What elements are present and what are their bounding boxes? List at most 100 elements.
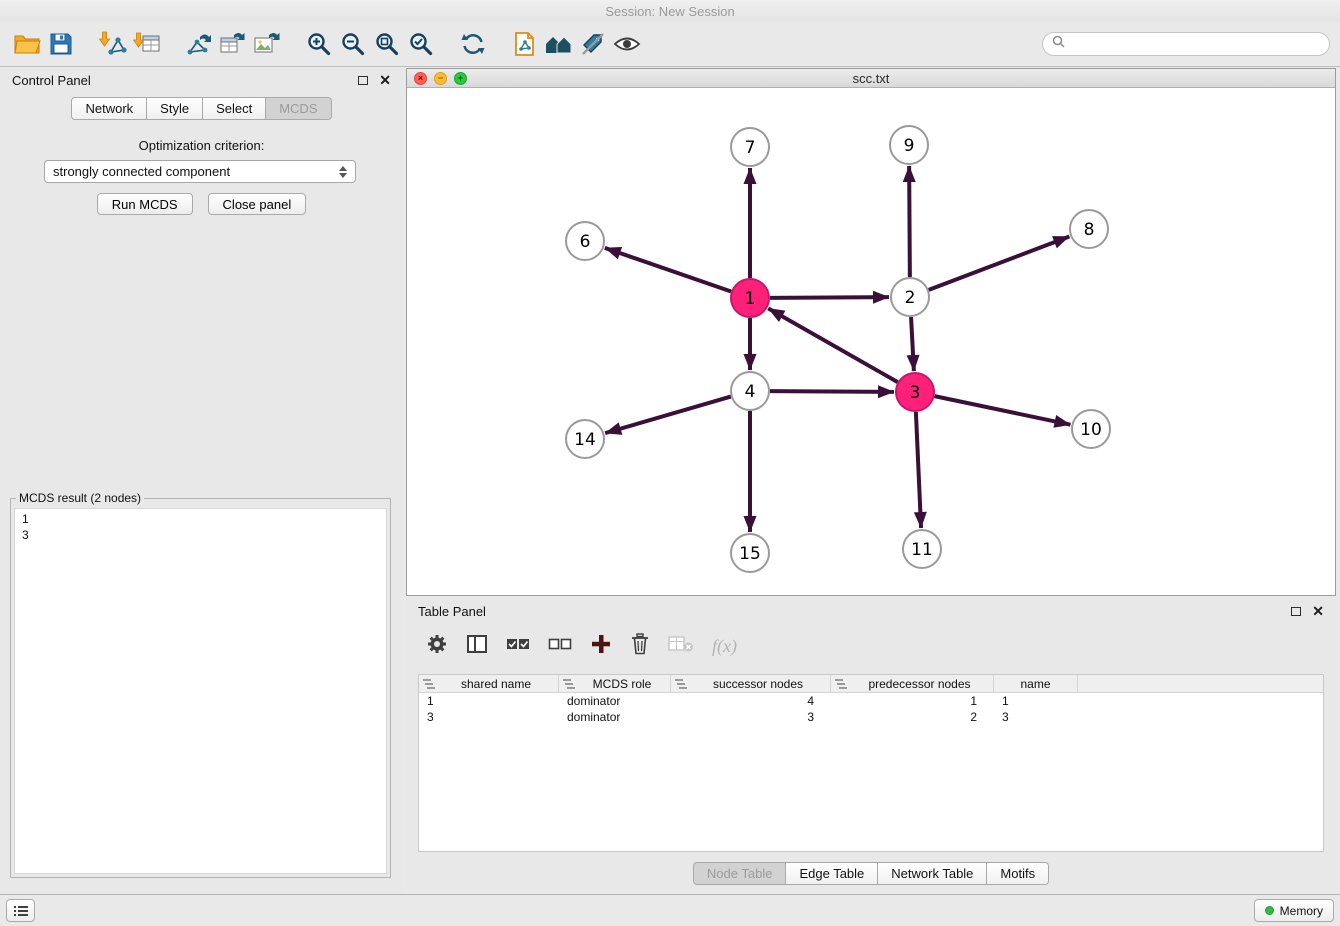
graph-node-label-9: 9: [904, 136, 915, 156]
network-window: × − + scc.txt 7968124314101511: [406, 68, 1336, 596]
graph-edge-3-10[interactable]: [935, 396, 1071, 425]
delete-table-icon: [668, 634, 694, 659]
close-table-panel-icon[interactable]: ✕: [1312, 604, 1324, 618]
table-toolbar: f(x): [426, 632, 737, 660]
run-mcds-button[interactable]: Run MCDS: [97, 193, 193, 215]
import-table-icon[interactable]: [130, 27, 164, 61]
eye-icon[interactable]: [610, 27, 644, 61]
zoom-in-icon[interactable]: [302, 27, 336, 61]
window-title: Session: New Session: [605, 4, 734, 19]
graph-edge-1-2[interactable]: [770, 297, 889, 298]
column-header-predecessor-nodes[interactable]: predecessor nodes: [831, 675, 994, 692]
graph-edge-2-3[interactable]: [911, 317, 914, 371]
zoom-fit-icon[interactable]: [370, 27, 404, 61]
apply-layout-icon[interactable]: [456, 27, 490, 61]
network-canvas[interactable]: 7968124314101511: [407, 88, 1335, 595]
tab-mcds[interactable]: MCDS: [266, 97, 331, 120]
column-header-mcds-role[interactable]: MCDS role: [559, 675, 671, 692]
close-panel-button[interactable]: Close panel: [208, 193, 307, 215]
add-icon[interactable]: [590, 633, 612, 660]
task-history-button[interactable]: [6, 899, 35, 922]
tab-network[interactable]: Network: [71, 97, 147, 120]
column-header-successor-nodes[interactable]: successor nodes: [671, 675, 831, 692]
graph-edge-2-9[interactable]: [909, 166, 910, 277]
select-stepper-icon: [339, 166, 347, 178]
graph-edge-2-8[interactable]: [929, 236, 1070, 289]
cell-successor-nodes[interactable]: 4: [671, 694, 831, 708]
open-session-icon[interactable]: [10, 27, 44, 61]
node-table-header: shared name MCDS role successor nodes pr…: [419, 675, 1323, 693]
list-icon: [14, 905, 28, 917]
graph-edge-1-6[interactable]: [605, 248, 731, 292]
select-all-icon[interactable]: [506, 635, 530, 658]
table-panel: Table Panel ✕: [406, 598, 1336, 890]
mcds-buttons: Run MCDS Close panel: [0, 193, 403, 215]
table-panel-header: Table Panel ✕: [418, 602, 1324, 620]
float-panel-icon[interactable]: [358, 76, 368, 85]
graph-edge-3-1[interactable]: [768, 308, 897, 382]
tab-network-table[interactable]: Network Table: [878, 862, 987, 885]
column-header-name[interactable]: name: [994, 675, 1078, 692]
deselect-all-icon[interactable]: [548, 635, 572, 658]
column-header-shared-name[interactable]: shared name: [419, 675, 559, 692]
export-table-icon[interactable]: [216, 27, 250, 61]
save-session-icon[interactable]: [44, 27, 78, 61]
column-type-icon: [675, 679, 687, 689]
graph-node-label-15: 15: [739, 544, 761, 564]
tab-select[interactable]: Select: [203, 97, 266, 120]
memory-label: Memory: [1280, 904, 1323, 918]
cell-name[interactable]: 1: [994, 694, 1078, 708]
float-table-panel-icon[interactable]: [1291, 607, 1301, 616]
table-settings-gear-icon[interactable]: [426, 633, 448, 660]
criterion-select[interactable]: strongly connected component: [44, 160, 356, 183]
search-box[interactable]: [1042, 32, 1330, 56]
export-image-icon[interactable]: [250, 27, 284, 61]
zoom-selected-icon[interactable]: [404, 27, 438, 61]
graph-edge-4-3[interactable]: [770, 391, 894, 392]
cell-shared-name[interactable]: 1: [419, 694, 559, 708]
import-network-icon[interactable]: [96, 27, 130, 61]
cell-predecessor-nodes[interactable]: 1: [831, 694, 994, 708]
graph-edge-3-11[interactable]: [916, 412, 921, 528]
node-table: shared name MCDS role successor nodes pr…: [418, 674, 1324, 852]
graph-edge-4-14[interactable]: [605, 397, 731, 434]
export-network-icon[interactable]: [182, 27, 216, 61]
tab-node-table[interactable]: Node Table: [693, 862, 787, 885]
show-hide-graphics-details-icon[interactable]: [576, 27, 610, 61]
show-columns-icon[interactable]: [466, 633, 488, 660]
zoom-out-icon[interactable]: [336, 27, 370, 61]
table-row[interactable]: 1 dominator 4 1 1: [419, 693, 1323, 709]
graph-node-label-8: 8: [1084, 220, 1095, 240]
cell-predecessor-nodes[interactable]: 2: [831, 710, 994, 724]
graph-node-label-11: 11: [911, 540, 933, 560]
table-row[interactable]: 3 dominator 3 2 3: [419, 709, 1323, 725]
create-network-from-selection-icon[interactable]: [508, 27, 542, 61]
graph-node-label-14: 14: [574, 430, 596, 450]
tab-style[interactable]: Style: [147, 97, 203, 120]
graph-node-label-10: 10: [1080, 420, 1102, 440]
control-panel: Control Panel ✕ Network Style Select MCD…: [0, 67, 403, 894]
cell-mcds-role[interactable]: dominator: [559, 694, 671, 708]
memory-button[interactable]: Memory: [1254, 899, 1334, 922]
mcds-result-list[interactable]: 1 3: [14, 508, 387, 874]
window-titlebar: Session: New Session: [0, 0, 1340, 22]
main-toolbar: [0, 22, 1340, 67]
tab-motifs[interactable]: Motifs: [987, 862, 1049, 885]
graph-node-label-6: 6: [580, 232, 591, 252]
cell-successor-nodes[interactable]: 3: [671, 710, 831, 724]
search-input[interactable]: [1070, 37, 1320, 52]
cell-name[interactable]: 3: [994, 710, 1078, 724]
home-icon[interactable]: [542, 27, 576, 61]
cell-shared-name[interactable]: 3: [419, 710, 559, 724]
close-panel-icon[interactable]: ✕: [379, 73, 391, 87]
graph-node-label-3: 3: [910, 383, 921, 403]
column-type-icon: [563, 679, 575, 689]
mcds-result-legend: MCDS result (2 nodes): [16, 491, 144, 505]
tab-edge-table[interactable]: Edge Table: [786, 862, 878, 885]
delete-icon[interactable]: [630, 633, 650, 660]
control-panel-header: Control Panel ✕: [12, 71, 391, 89]
status-bar: Memory: [0, 894, 1340, 926]
cell-mcds-role[interactable]: dominator: [559, 710, 671, 724]
network-graph: 7968124314101511: [407, 88, 1335, 595]
function-builder-button: f(x): [712, 636, 737, 657]
